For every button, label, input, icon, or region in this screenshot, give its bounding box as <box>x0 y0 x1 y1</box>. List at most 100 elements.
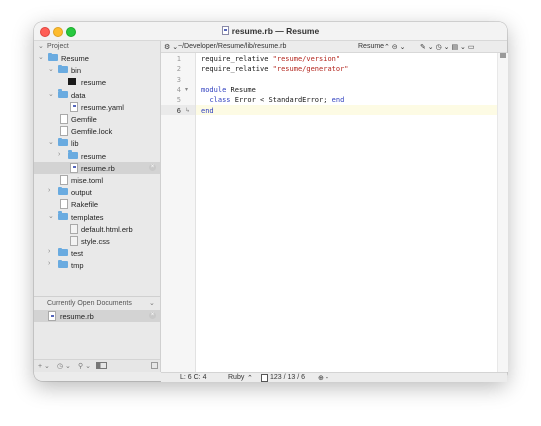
tree-file[interactable]: resume.rb × <box>34 161 160 174</box>
chevron-right-icon[interactable]: › <box>48 260 50 267</box>
vertical-scrollbar[interactable] <box>497 53 508 372</box>
keyword-token: end <box>201 106 214 115</box>
chevron-down-icon[interactable]: ⌄ <box>149 299 155 307</box>
tree-folder[interactable]: ⌄ templates <box>34 211 160 223</box>
fold-end-icon[interactable]: ↳ <box>185 107 190 114</box>
code-token: Resume <box>226 85 256 94</box>
tree-item-label: data <box>71 90 86 100</box>
string-token: "resume/generator" <box>272 65 349 74</box>
keyword-token: end <box>331 96 345 105</box>
chevron-down-icon[interactable]: ⌄ <box>48 65 54 73</box>
tree-item-label: test <box>71 249 84 259</box>
filter-button[interactable]: ⚲ ⌄ <box>78 362 91 370</box>
file-path-popup[interactable]: ~/Developer/Resume/lib/resume.rb <box>178 43 286 50</box>
sidebar-divider <box>34 296 160 297</box>
tree-item-label: style.css <box>81 237 110 246</box>
open-document-item[interactable]: resume.rb × <box>34 310 160 322</box>
code-line[interactable]: end <box>201 107 214 117</box>
chevron-down-icon[interactable]: ⌄ <box>48 90 54 98</box>
navigation-bar: ⚙ ⌄ ~/Developer/Resume/lib/resume.rb Res… <box>161 41 507 53</box>
open-documents-header[interactable]: Currently Open Documents ⌄ <box>34 298 160 309</box>
cursor-position[interactable]: L: 6 C: 4 <box>180 374 206 381</box>
tree-item-label: bin <box>71 66 82 76</box>
chevron-down-icon[interactable]: ⌄ <box>48 212 54 220</box>
chevron-right-icon[interactable]: › <box>48 187 50 194</box>
tree-file[interactable]: style.css <box>34 235 160 247</box>
tree-item-label: Rakefile <box>71 200 99 210</box>
code-line[interactable]: module Resume <box>201 86 256 96</box>
chevron-right-icon[interactable]: › <box>58 151 60 158</box>
project-section-header[interactable]: ⌄ Project <box>34 41 160 52</box>
tree-item-label: mise.toml <box>71 176 104 185</box>
tree-file[interactable]: Gemfile.lock <box>34 125 160 137</box>
tree-folder[interactable]: › test <box>34 247 160 259</box>
file-icon <box>60 114 68 124</box>
zoom-control[interactable]: ⊕ - <box>318 374 328 382</box>
tree-item-label: resume <box>81 151 107 161</box>
line-number: 3 <box>176 75 181 84</box>
ruby-file-icon <box>48 311 56 321</box>
chevron-updown-icon[interactable]: ⌃ <box>247 374 253 382</box>
folder-icon <box>58 137 68 147</box>
keyword-token: module <box>201 85 227 94</box>
folder-icon <box>58 186 68 196</box>
tree-file[interactable]: Gemfile <box>34 113 160 125</box>
file-icon <box>60 175 68 185</box>
tree-folder[interactable]: › tmp <box>34 259 160 271</box>
tree-file[interactable]: resume.yaml <box>34 101 160 113</box>
scroll-thumb[interactable] <box>500 53 506 58</box>
document-stats[interactable]: 123 / 13 / 6 <box>270 374 305 381</box>
code-line[interactable]: class Error < StandardError; end <box>201 96 344 106</box>
project-sidebar: ⌄ Project ⌄ Resume ⌄ bin resume ⌄ data resume.y… <box>34 41 161 372</box>
tree-file[interactable]: Rakefile <box>34 198 160 210</box>
current-line-highlight <box>196 105 497 115</box>
tree-folder[interactable]: ⌄ data <box>34 89 160 101</box>
folder-icon <box>58 89 68 98</box>
close-icon[interactable]: × <box>149 163 156 171</box>
tree-folder[interactable]: › resume <box>34 150 160 162</box>
file-icon <box>60 199 68 210</box>
symbol-popup[interactable]: Resume <box>358 43 384 50</box>
line-number: 4 <box>176 85 181 94</box>
tree-file[interactable]: mise.toml <box>34 174 160 186</box>
tree-folder[interactable]: ⌄ bin <box>34 64 160 76</box>
chevron-down-icon[interactable]: ⌄ <box>48 138 54 146</box>
string-token: "resume/version" <box>272 55 341 63</box>
toolbar-tools[interactable]: ✎ ⌄ ◷ ⌄ ▤ ⌄ ▭ <box>420 43 474 51</box>
title-bar: resume.rb — Resume <box>34 22 507 41</box>
chevron-right-icon[interactable]: › <box>48 248 50 255</box>
tree-folder[interactable]: ⌄ Resume <box>34 52 160 64</box>
chevron-down-icon[interactable]: ⌄ <box>38 42 44 50</box>
sidebar-toggle-icon[interactable] <box>96 362 107 369</box>
code-token: Error < StandardError; <box>230 96 332 105</box>
tree-item-label: resume <box>81 78 107 88</box>
executable-icon <box>68 78 76 86</box>
code-token: require_relative <box>201 55 273 63</box>
code-line[interactable]: require_relative "resume/version" <box>201 55 340 65</box>
folder-icon <box>58 259 68 269</box>
gear-icon[interactable]: ⚙ ⌄ <box>164 43 178 51</box>
tree-item-label: Gemfile <box>71 115 97 124</box>
file-icon <box>60 126 68 137</box>
history-button[interactable]: ◷ ⌄ <box>57 362 71 370</box>
file-icon <box>70 223 78 234</box>
tree-folder[interactable]: ⌄ lib <box>34 137 160 149</box>
folder-icon <box>68 150 78 159</box>
code-line[interactable]: require_relative "resume/generator" <box>201 65 349 75</box>
resize-handle-icon[interactable] <box>151 362 158 369</box>
chevron-down-icon[interactable]: ⌄ <box>38 53 44 61</box>
tree-file[interactable]: default.html.erb <box>34 223 160 235</box>
keyword-token: class <box>209 96 231 105</box>
symbol-controls[interactable]: ⌃ ⊝ ⌄ <box>384 43 406 51</box>
ruby-file-icon <box>221 26 229 35</box>
line-number: 6 <box>176 106 181 115</box>
line-number: 5 <box>176 96 181 105</box>
add-button[interactable]: + ⌄ <box>38 362 50 370</box>
fold-icon[interactable]: ▾ <box>185 86 188 93</box>
tree-folder[interactable]: › output <box>34 186 160 198</box>
tree-file[interactable]: resume <box>34 76 160 88</box>
close-icon[interactable]: × <box>149 312 156 319</box>
tree-item-label: resume.yaml <box>81 102 124 112</box>
tree-item-label: output <box>71 188 92 198</box>
language-popup[interactable]: Ruby <box>228 374 244 381</box>
